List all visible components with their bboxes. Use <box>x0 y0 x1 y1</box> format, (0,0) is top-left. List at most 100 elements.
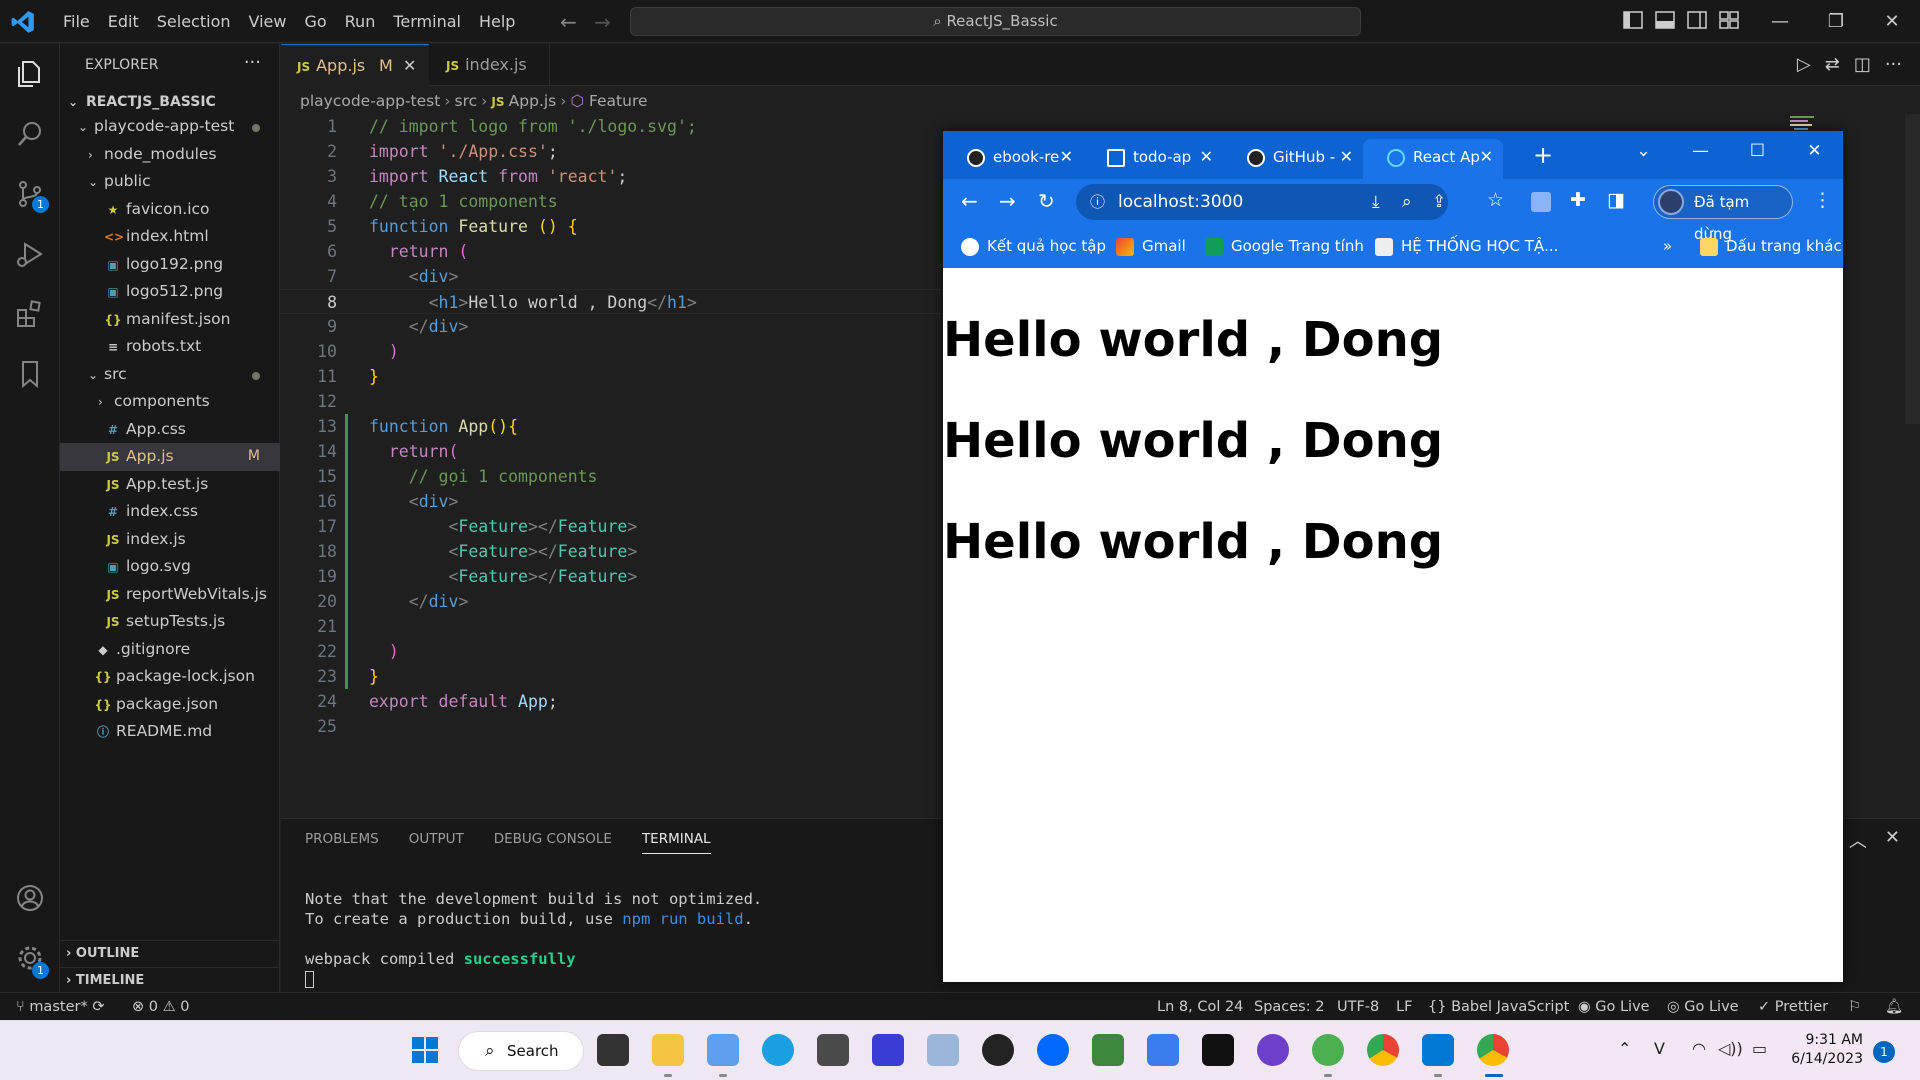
outline-section[interactable]: › OUTLINE <box>60 940 280 966</box>
language-mode[interactable]: {} Babel JavaScript <box>1428 993 1569 1021</box>
tree-file[interactable]: JS reportWebVitals.js <box>60 581 280 609</box>
editor-scrollbar[interactable] <box>1905 114 1920 424</box>
bookmark-google-sheets[interactable]: Google Trang tính <box>1205 225 1364 267</box>
bookmark-gmail[interactable]: Gmail <box>1116 225 1186 267</box>
app-store-icon[interactable] <box>1147 1034 1179 1066</box>
bookmarks-overflow-icon[interactable]: » <box>1663 225 1672 267</box>
tab-index-js[interactable]: JS index.js <box>430 44 550 86</box>
edge-icon[interactable] <box>762 1034 794 1066</box>
close-tab-icon[interactable]: ✕ <box>1480 139 1493 175</box>
tree-file[interactable]: {} manifest.json <box>60 306 280 334</box>
tab-output[interactable]: OUTPUT <box>409 831 464 854</box>
tree-file[interactable]: JS index.js <box>60 526 280 554</box>
chrome-tab-react-app[interactable]: React Ap ✕ <box>1363 139 1503 179</box>
menu-selection[interactable]: Selection <box>148 0 240 43</box>
system-clock[interactable]: 9:31 AM 6/14/2023 <box>1773 1031 1863 1069</box>
bookmark-star-icon[interactable]: ☆ <box>1487 189 1504 211</box>
indentation[interactable]: Spaces: 2 <box>1254 993 1324 1021</box>
more-actions-icon[interactable]: ··· <box>244 52 261 73</box>
extensions-icon[interactable] <box>14 298 46 330</box>
branch-status[interactable]: ⑂ master* ⟳ <box>16 993 104 1021</box>
install-app-icon[interactable]: ⤓ <box>1372 184 1380 220</box>
tree-file[interactable]: JS setupTests.js <box>60 608 280 636</box>
chrome-tab-github[interactable]: GitHub - ✕ <box>1223 139 1363 179</box>
tree-file[interactable]: # App.css <box>60 416 280 444</box>
tree-file[interactable]: ▣ logo512.png <box>60 278 280 306</box>
chevron-up-icon[interactable]: ⌃ <box>1618 1039 1631 1058</box>
vpn-icon[interactable]: V <box>1654 1039 1665 1058</box>
battery-icon[interactable]: ▭ <box>1752 1039 1767 1058</box>
menu-help[interactable]: Help <box>470 0 524 43</box>
profile-button[interactable]: Đã tạm dừng <box>1653 185 1793 243</box>
project-header[interactable]: ⌄ REACTJS_BASSIC <box>60 91 280 113</box>
toggle-panel-icon[interactable] <box>1654 9 1676 31</box>
explorer-files-icon[interactable] <box>14 58 46 90</box>
problems-status[interactable]: ⊗ 0 ⚠ 0 <box>132 993 189 1021</box>
tree-file[interactable]: ▣ logo192.png <box>60 251 280 279</box>
tree-file[interactable]: ◆ .gitignore <box>60 636 280 664</box>
math-app-icon[interactable] <box>872 1034 904 1066</box>
menu-go[interactable]: Go <box>295 0 335 43</box>
breadcrumb-folder[interactable]: playcode-app-test <box>300 92 440 110</box>
maximize-panel-icon[interactable]: ︿ <box>1849 827 1867 853</box>
nav-forward-arrow-icon[interactable]: → <box>594 10 611 34</box>
tree-file[interactable]: JS App.js M <box>60 443 280 471</box>
close-icon[interactable]: ✕ <box>1864 0 1920 43</box>
chart-app-icon[interactable] <box>927 1034 959 1066</box>
nodejs-icon[interactable] <box>1092 1034 1124 1066</box>
tree-file[interactable]: ⓘ README.md <box>60 718 280 746</box>
open-changes-icon[interactable]: ⇄ <box>1825 54 1840 75</box>
menu-edit[interactable]: Edit <box>99 0 148 43</box>
intellij-icon[interactable] <box>1202 1034 1234 1066</box>
tree-file[interactable]: {} package.json <box>60 691 280 719</box>
tree-file[interactable]: {} package-lock.json <box>60 663 280 691</box>
tree-folder[interactable]: ⌄ playcode-app-test <box>60 113 280 141</box>
customize-layout-icon[interactable] <box>1718 9 1740 31</box>
site-info-icon[interactable]: ⓘ <box>1090 184 1105 220</box>
code-editor[interactable]: 1// import logo from './logo.svg'; 2 impo… <box>281 114 941 739</box>
side-panel-icon[interactable]: ◨ <box>1607 189 1625 211</box>
breadcrumb-symbol[interactable]: Feature <box>589 92 648 110</box>
tree-file[interactable]: ★ favicon.ico <box>60 196 280 224</box>
close-tab-icon[interactable]: ✕ <box>1060 139 1073 175</box>
wifi-icon[interactable]: ◠ <box>1692 1039 1706 1058</box>
breadcrumb-src[interactable]: src <box>455 92 478 110</box>
cursor-position[interactable]: Ln 8, Col 24 <box>1157 993 1243 1021</box>
encoding[interactable]: UTF-8 <box>1337 993 1379 1021</box>
back-arrow-icon[interactable]: ← <box>961 189 978 213</box>
tab-search-chevron-icon[interactable]: ⌄ <box>1615 131 1672 171</box>
run-icon[interactable]: ▷ <box>1797 54 1811 75</box>
minimize-icon[interactable]: — <box>1672 131 1729 171</box>
zalo-icon[interactable] <box>1037 1034 1069 1066</box>
tree-file[interactable]: ≡ robots.txt <box>60 333 280 361</box>
chrome-profile-icon[interactable] <box>1477 1034 1509 1066</box>
tree-folder[interactable]: › components <box>60 388 280 416</box>
tree-file[interactable]: # index.css <box>60 498 280 526</box>
bookmarks-icon[interactable] <box>14 358 46 390</box>
extension-icon[interactable] <box>1531 192 1551 212</box>
obs-icon[interactable] <box>982 1034 1014 1066</box>
tab-app-js[interactable]: JS App.js M ✕ <box>281 44 429 86</box>
zoom-icon[interactable]: ⌕ <box>1402 184 1412 220</box>
accounts-icon[interactable] <box>14 882 46 914</box>
close-panel-icon[interactable]: ✕ <box>1885 827 1900 853</box>
close-tab-icon[interactable]: ✕ <box>1340 139 1353 175</box>
breadcrumb-file[interactable]: App.js <box>509 92 557 110</box>
line-ending[interactable]: LF <box>1396 993 1412 1021</box>
command-center-search[interactable]: ⌕ ReactJS_Bassic <box>630 7 1361 36</box>
chrome-menu-icon[interactable]: ⋮ <box>1813 189 1832 211</box>
search-icon[interactable] <box>14 118 46 150</box>
tree-folder[interactable]: ⌄ src <box>60 361 280 389</box>
tree-file[interactable]: ▣ logo.svg <box>60 553 280 581</box>
photos-app-icon[interactable] <box>707 1034 739 1066</box>
feedback-icon[interactable]: ⚐ <box>1848 993 1861 1021</box>
bookmark-other[interactable]: Dấu trang khác <box>1700 225 1842 267</box>
reload-icon[interactable]: ↻ <box>1038 189 1055 213</box>
nav-back-arrow-icon[interactable]: ← <box>560 10 577 34</box>
new-tab-plus-icon[interactable]: + <box>1533 141 1553 169</box>
github-desktop-icon[interactable] <box>1257 1034 1289 1066</box>
bookmark-ket-qua[interactable]: Kết quả học tập <box>961 225 1106 267</box>
toggle-primary-sidebar-icon[interactable] <box>1622 9 1644 31</box>
tab-problems[interactable]: PROBLEMS <box>305 831 379 854</box>
forward-arrow-icon[interactable]: → <box>999 189 1016 213</box>
